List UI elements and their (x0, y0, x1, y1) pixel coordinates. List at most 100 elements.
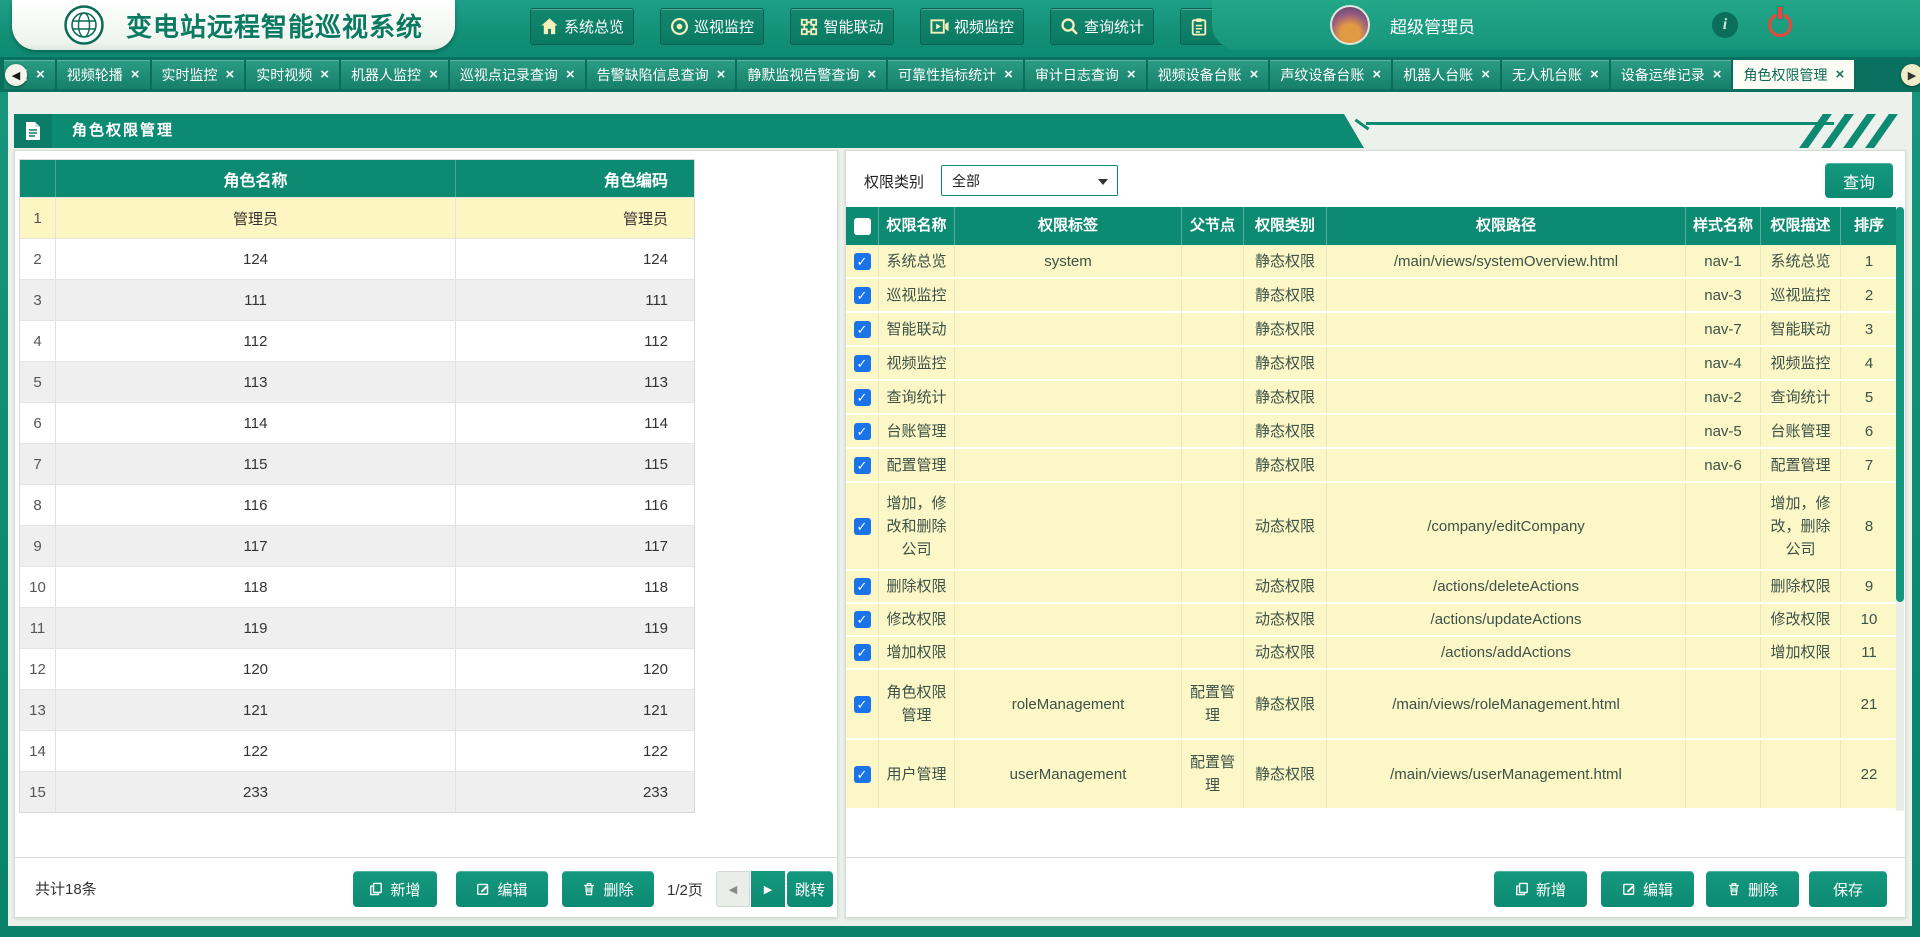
role-row-5[interactable]: 5113113 (20, 361, 694, 402)
power-icon[interactable] (1768, 13, 1792, 37)
close-icon[interactable]: × (1250, 67, 1259, 82)
role-row-7[interactable]: 7115115 (20, 443, 694, 484)
nav-button-3[interactable]: 智能联动 (790, 8, 894, 45)
permission-row-9[interactable]: ✓删除权限动态权限/actions/deleteActions删除权限9 (846, 571, 1898, 604)
close-icon[interactable]: × (1590, 67, 1599, 82)
tab-13[interactable]: 机器人台账× (1393, 60, 1502, 89)
jump-page-button[interactable]: 跳转 (787, 871, 833, 907)
tab-5[interactable]: 机器人监控× (341, 60, 450, 89)
permission-path-cell: /actions/updateActions (1327, 604, 1686, 635)
row-checkbox[interactable]: ✓ (854, 389, 871, 406)
close-icon[interactable]: × (36, 67, 45, 82)
tab-11[interactable]: 视频设备台账× (1148, 60, 1271, 89)
nav-button-4[interactable]: 视频监控 (920, 8, 1024, 45)
close-icon[interactable]: × (1127, 67, 1136, 82)
tab-6[interactable]: 巡视点记录查询× (450, 60, 587, 89)
close-icon[interactable]: × (320, 67, 329, 82)
avatar[interactable] (1330, 5, 1370, 45)
tabs-scroll-left-button[interactable]: ◀ (5, 64, 27, 86)
close-icon[interactable]: × (1713, 67, 1722, 82)
role-row-11[interactable]: 11119119 (20, 607, 694, 648)
tab-15[interactable]: 设备运维记录× (1611, 60, 1734, 89)
tab-4[interactable]: 实时视频× (246, 60, 341, 89)
tab-16[interactable]: 角色权限管理× (1733, 60, 1856, 89)
permission-row-21[interactable]: ✓角色权限管理roleManagement配置管理静态权限/main/views… (846, 670, 1898, 740)
close-icon[interactable]: × (1835, 67, 1844, 82)
roles-delete-button[interactable]: 删除 (562, 871, 654, 907)
permission-row-6[interactable]: ✓台账管理静态权限nav-5台账管理6 (846, 415, 1898, 449)
permission-row-4[interactable]: ✓视频监控静态权限nav-4视频监控4 (846, 347, 1898, 381)
tab-9[interactable]: 可靠性指标统计× (888, 60, 1025, 89)
close-icon[interactable]: × (566, 67, 575, 82)
roles-edit-button[interactable]: 编辑 (456, 871, 548, 907)
tabs-scroll-right-button[interactable]: ▶ (1901, 64, 1920, 86)
role-row-13[interactable]: 13121121 (20, 689, 694, 730)
permissions-add-button[interactable]: 新增 (1494, 871, 1587, 907)
row-checkbox[interactable]: ✓ (854, 518, 871, 535)
role-row-14[interactable]: 14122122 (20, 730, 694, 771)
row-checkbox[interactable]: ✓ (854, 644, 871, 661)
role-row-3[interactable]: 3111111 (20, 279, 694, 320)
close-icon[interactable]: × (131, 67, 140, 82)
permission-row-3[interactable]: ✓智能联动静态权限nav-7智能联动3 (846, 313, 1898, 347)
close-icon[interactable]: × (867, 67, 876, 82)
permission-row-10[interactable]: ✓修改权限动态权限/actions/updateActions修改权限10 (846, 604, 1898, 637)
search-button[interactable]: 查询 (1825, 163, 1893, 198)
select-all-checkbox[interactable] (854, 218, 871, 235)
tab-10[interactable]: 审计日志查询× (1025, 60, 1148, 89)
row-checkbox[interactable]: ✓ (854, 696, 871, 713)
close-icon[interactable]: × (226, 67, 235, 82)
permission-order-cell: 9 (1841, 571, 1898, 602)
role-row-9[interactable]: 9117117 (20, 525, 694, 566)
close-icon[interactable]: × (717, 67, 726, 82)
role-row-12[interactable]: 12120120 (20, 648, 694, 689)
role-row-6[interactable]: 6114114 (20, 402, 694, 443)
prev-page-button[interactable]: ◀ (716, 871, 750, 907)
row-checkbox[interactable]: ✓ (854, 457, 871, 474)
permission-row-2[interactable]: ✓巡视监控静态权限nav-3巡视监控2 (846, 279, 1898, 313)
permission-row-8[interactable]: ✓增加，修改和删除公司动态权限/company/editCompany增加，修改… (846, 483, 1898, 571)
role-row-10[interactable]: 10118118 (20, 566, 694, 607)
roles-add-button[interactable]: 新增 (353, 871, 437, 907)
next-page-button[interactable]: ▶ (751, 871, 785, 907)
tab-3[interactable]: 实时监控× (152, 60, 247, 89)
role-row-8[interactable]: 8116116 (20, 484, 694, 525)
row-checkbox[interactable]: ✓ (854, 321, 871, 338)
close-icon[interactable]: × (429, 67, 438, 82)
nav-button-2[interactable]: 巡视监控 (660, 8, 764, 45)
permission-row-7[interactable]: ✓配置管理静态权限nav-6配置管理7 (846, 449, 1898, 483)
close-icon[interactable]: × (1372, 67, 1381, 82)
permissions-scrollbar[interactable] (1896, 207, 1904, 811)
row-checkbox[interactable]: ✓ (854, 423, 871, 440)
permission-category-select[interactable]: 全部 (941, 165, 1118, 196)
tab-12[interactable]: 声纹设备台账× (1270, 60, 1393, 89)
permission-row-5[interactable]: ✓查询统计静态权限nav-2查询统计5 (846, 381, 1898, 415)
tab-14[interactable]: 无人机台账× (1502, 60, 1611, 89)
row-checkbox[interactable]: ✓ (854, 287, 871, 304)
close-icon[interactable]: × (1481, 67, 1490, 82)
role-row-4[interactable]: 4112112 (20, 320, 694, 361)
permission-style-cell: nav-6 (1686, 449, 1761, 481)
permission-row-1[interactable]: ✓系统总览system静态权限/main/views/systemOvervie… (846, 245, 1898, 279)
permission-row-22[interactable]: ✓用户管理userManagement配置管理静态权限/main/views/u… (846, 740, 1898, 810)
row-checkbox[interactable]: ✓ (854, 253, 871, 270)
role-row-2[interactable]: 2124124 (20, 238, 694, 279)
info-icon[interactable]: i (1712, 12, 1738, 38)
tab-8[interactable]: 静默监视告警查询× (737, 60, 888, 89)
row-checkbox[interactable]: ✓ (854, 766, 871, 783)
tab-2[interactable]: 视频轮播× (57, 60, 152, 89)
nav-button-5[interactable]: 查询统计 (1050, 8, 1154, 45)
role-row-1[interactable]: 1管理员管理员 (20, 197, 694, 238)
nav-button-1[interactable]: 系统总览 (530, 8, 634, 45)
permission-row-11[interactable]: ✓增加权限动态权限/actions/addActions增加权限11 (846, 637, 1898, 670)
row-checkbox[interactable]: ✓ (854, 611, 871, 628)
permissions-edit-button[interactable]: 编辑 (1601, 871, 1694, 907)
permissions-delete-button[interactable]: 删除 (1706, 871, 1799, 907)
close-icon[interactable]: × (1004, 67, 1013, 82)
tab-7[interactable]: 告警缺陷信息查询× (587, 60, 738, 89)
row-checkbox[interactable]: ✓ (854, 578, 871, 595)
role-row-15[interactable]: 15233233 (20, 771, 694, 812)
row-checkbox[interactable]: ✓ (854, 355, 871, 372)
scrollbar-thumb[interactable] (1896, 207, 1904, 602)
permissions-save-button[interactable]: 保存 (1809, 871, 1887, 907)
